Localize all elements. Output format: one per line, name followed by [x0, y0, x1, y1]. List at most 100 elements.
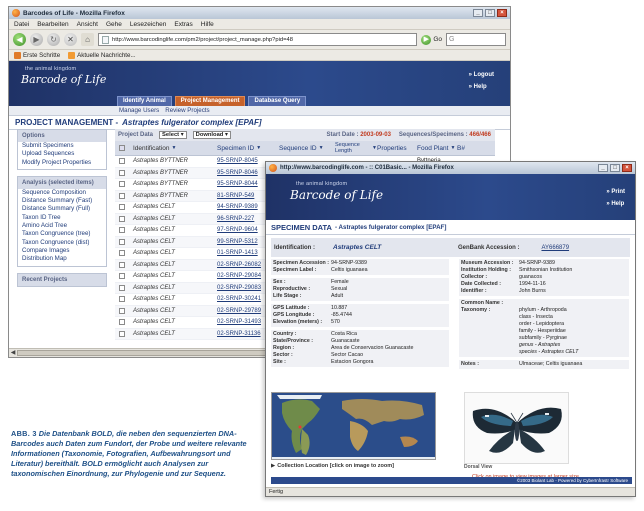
sidebar-analysis-link[interactable]: Distribution Map: [18, 255, 106, 266]
minimize-button[interactable]: _: [473, 9, 483, 17]
row-checkbox[interactable]: [119, 250, 125, 257]
menu-item[interactable]: Extras: [174, 21, 192, 28]
sidebar-analysis-link[interactable]: Taxon Congruence (tree): [18, 230, 106, 239]
sidebar-option-link[interactable]: Modify Project Properties: [18, 158, 106, 169]
help-link[interactable]: » Help: [606, 198, 625, 210]
col-b-number[interactable]: B#: [457, 145, 477, 152]
sidebar-analysis-link[interactable]: Distance Summary (Fast): [18, 197, 106, 206]
print-link[interactable]: » Print: [606, 186, 625, 198]
detail-value: 570: [331, 319, 340, 325]
sidebar-analysis-link[interactable]: Taxon ID Tree: [18, 213, 106, 223]
maximize-button[interactable]: □: [485, 9, 495, 17]
bookmark-news[interactable]: Aktuelle Nachrichte...: [68, 51, 136, 59]
col-sequence-length[interactable]: Sequence Length ▼: [335, 142, 377, 154]
row-checkbox[interactable]: [119, 307, 125, 314]
url-input[interactable]: http://www.barcodinglife.com/pm2/project…: [98, 33, 418, 46]
menu-item[interactable]: Gehe: [106, 21, 122, 28]
sidebar-analysis-link[interactable]: Sequence Composition: [18, 188, 106, 198]
minimize-button[interactable]: _: [598, 164, 608, 172]
row-checkbox[interactable]: [119, 261, 125, 268]
col-properties[interactable]: Properties: [377, 145, 417, 152]
detail-row: class - Insecta: [461, 314, 627, 321]
detail-group: Common Name : Taxonomy : phylum - Arthropo…: [459, 299, 629, 357]
select-dropdown[interactable]: Select ▾: [159, 131, 187, 139]
row-checkbox[interactable]: [119, 284, 125, 291]
menu-item[interactable]: Hilfe: [201, 21, 214, 28]
sidebar-option-link[interactable]: Submit Specimens: [18, 142, 106, 151]
tab-identify-animal[interactable]: Identify Animal: [117, 96, 172, 106]
menu-item[interactable]: Bearbeiten: [37, 21, 68, 28]
bookmark-first-steps[interactable]: Erste Schritte: [14, 51, 60, 59]
row-checkbox[interactable]: [119, 238, 125, 245]
review-projects-link[interactable]: Review Projects: [165, 107, 209, 114]
col-sequence-id[interactable]: Sequence ID ▼: [279, 145, 335, 152]
sidebar-analysis-link[interactable]: Amino Acid Tree: [18, 222, 106, 231]
row-checkbox[interactable]: [119, 215, 125, 222]
home-icon[interactable]: ⌂: [81, 33, 94, 46]
row-checkbox[interactable]: [119, 273, 125, 280]
detail-group: Specimen Accession :94-SRNP-9389 Specimen…: [271, 259, 449, 275]
detail-row: Museum Accession : 94-SRNP-9389: [461, 260, 627, 267]
col-food-plant[interactable]: Food Plant ▼: [417, 145, 457, 152]
butterfly-photo[interactable]: [464, 392, 569, 464]
col-specimen-id[interactable]: Specimen ID ▼: [217, 145, 279, 152]
select-all-checkbox[interactable]: [119, 145, 125, 151]
sidebar-analysis-link[interactable]: Taxon Congruence (dist): [18, 238, 106, 247]
bol-logo[interactable]: Barcode of Life: [290, 188, 383, 202]
firefox-bookmark-icon: [14, 51, 21, 59]
stop-icon[interactable]: ✕: [64, 33, 77, 46]
analysis-panel: Analysis (selected items) Sequence Compo…: [17, 175, 107, 267]
manage-users-link[interactable]: Manage Users: [119, 107, 159, 114]
detail-value: Female: [331, 279, 349, 285]
close-button[interactable]: ×: [497, 9, 507, 17]
row-checkbox[interactable]: [119, 227, 125, 234]
col-label: Sequence ID: [279, 144, 317, 152]
url-text: http://www.barcodinglife.com/pm2/project…: [112, 36, 293, 43]
row-checkbox[interactable]: [119, 296, 125, 303]
menu-item[interactable]: Ansicht: [77, 21, 98, 28]
sidebar-option-link[interactable]: Upload Sequences: [18, 150, 106, 159]
row-checkbox[interactable]: [119, 192, 125, 199]
logout-link[interactable]: » Logout: [469, 69, 494, 81]
row-checkbox[interactable]: [119, 319, 125, 326]
genbank-link[interactable]: AY666879: [541, 245, 569, 251]
firefox-icon: [269, 164, 277, 172]
sidebar-analysis-link[interactable]: Distance Summary (Full): [18, 205, 106, 214]
row-checkbox[interactable]: [119, 204, 125, 211]
map-caption[interactable]: ▶ Collection Location [click on image to…: [271, 463, 446, 469]
row-checkbox[interactable]: [119, 330, 125, 337]
sidebar-analysis-link[interactable]: Compare Images: [18, 246, 106, 256]
help-link[interactable]: » Help: [469, 81, 494, 93]
col-label: Food Plant: [417, 144, 449, 152]
main-tabs: Identify Animal Project Management Datab…: [117, 96, 307, 106]
bol-header: the animal kingdom Barcode of Life » Log…: [9, 61, 510, 106]
menu-item[interactable]: Datei: [14, 21, 29, 28]
row-checkbox[interactable]: [119, 169, 125, 176]
detail-value: Sexual: [331, 286, 348, 292]
menu-item[interactable]: Lesezeichen: [130, 21, 167, 28]
scroll-left-icon[interactable]: ◀: [9, 349, 17, 357]
detail-value: Costa Rica: [331, 331, 357, 337]
detail-label: Date Collected :: [461, 281, 502, 287]
search-input[interactable]: G: [446, 33, 506, 46]
tab-project-management[interactable]: Project Management: [174, 96, 246, 106]
reload-icon[interactable]: ↻: [47, 33, 60, 46]
forward-icon[interactable]: ▶: [30, 33, 43, 46]
row-checkbox[interactable]: [119, 158, 125, 165]
detail-label: [461, 314, 519, 321]
go-button[interactable]: ▶ Go: [421, 34, 442, 45]
bol-logo[interactable]: Barcode of Life: [21, 73, 106, 86]
back-icon[interactable]: ◀: [13, 33, 26, 46]
specimen-title-text: SPECIMEN DATA: [271, 222, 332, 232]
detail-label: Elevation (meters) :: [273, 319, 323, 325]
tab-database-query[interactable]: Database Query: [248, 96, 307, 106]
maximize-button[interactable]: □: [610, 164, 620, 172]
col-identification[interactable]: Identification ▼: [129, 145, 217, 152]
download-dropdown[interactable]: Download ▾: [192, 131, 231, 139]
cell-identification: Astraptes CELT: [133, 227, 175, 234]
row-checkbox[interactable]: [119, 181, 125, 188]
details-left-column: Specimen Accession :94-SRNP-9389 Specimen…: [271, 259, 449, 370]
world-map-image[interactable]: [271, 392, 436, 460]
close-button[interactable]: ×: [622, 164, 632, 172]
detail-row: order - Lepidoptera: [461, 321, 627, 328]
